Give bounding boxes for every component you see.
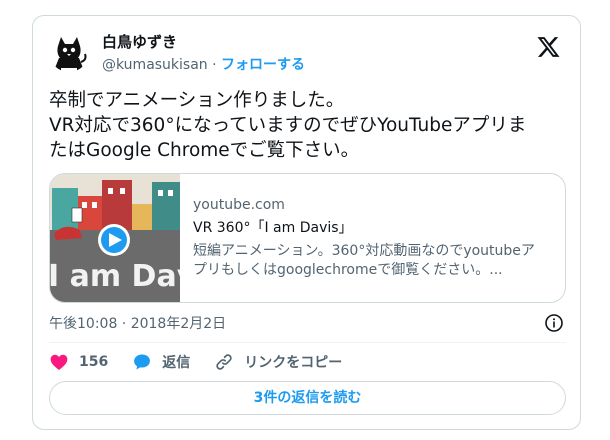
reply-label: 返信 — [162, 355, 191, 371]
x-logo-icon[interactable] — [537, 36, 560, 58]
handle-row: @kumasukisan · フォローする — [102, 55, 305, 75]
tweet-meta-row: 午後10:08 · 2018年2月2日 — [49, 313, 566, 333]
like-count: 156 — [79, 354, 109, 370]
play-icon[interactable] — [98, 224, 130, 256]
info-icon[interactable] — [544, 313, 564, 333]
link-thumbnail: I am Dav — [50, 174, 180, 302]
copy-link-label: リンクをコピー — [244, 355, 343, 371]
display-name[interactable]: 白鳥ゆずき — [102, 32, 305, 52]
link-description: 短編アニメーション。360°対応動画なのでyoutubeア プリもしくはgoog… — [193, 243, 535, 278]
read-replies-button[interactable]: 3件の返信を読む — [49, 381, 566, 415]
heart-icon — [50, 354, 68, 370]
separator: · — [212, 57, 217, 73]
link-preview-card[interactable]: I am Dav youtube.com VR 360°「I am Davis」… — [49, 173, 566, 303]
speech-bubble-icon — [134, 354, 151, 370]
tweet-embed-card: 白鳥ゆずき @kumasukisan · フォローする 卒制でアニメーション作り… — [32, 15, 581, 430]
handle[interactable]: @kumasukisan — [102, 57, 208, 73]
link-domain: youtube.com — [193, 197, 285, 213]
copy-link-button[interactable]: リンクをコピー — [214, 352, 342, 372]
reply-button[interactable]: 返信 — [132, 352, 190, 372]
like-button[interactable]: 156 — [49, 352, 108, 372]
avatar[interactable] — [49, 32, 89, 72]
author-block: 白鳥ゆずき @kumasukisan · フォローする — [102, 32, 305, 75]
divider — [49, 342, 566, 343]
follow-link[interactable]: フォローする — [221, 57, 305, 73]
thumbnail-title-text: I am Dav — [50, 259, 180, 294]
tweet-text: 卒制でアニメーション作りました。 VR対応で360°になっていますのでぜひYou… — [49, 90, 527, 161]
action-bar: 156 返信 リンクをコピー — [49, 350, 366, 374]
link-title: VR 360°「I am Davis」 — [193, 220, 353, 236]
link-meta: youtube.com VR 360°「I am Davis」 短編アニメーショ… — [193, 196, 558, 280]
timestamp[interactable]: 午後10:08 · 2018年2月2日 — [49, 316, 226, 332]
link-icon — [216, 354, 232, 370]
cat-avatar-image — [49, 32, 89, 72]
